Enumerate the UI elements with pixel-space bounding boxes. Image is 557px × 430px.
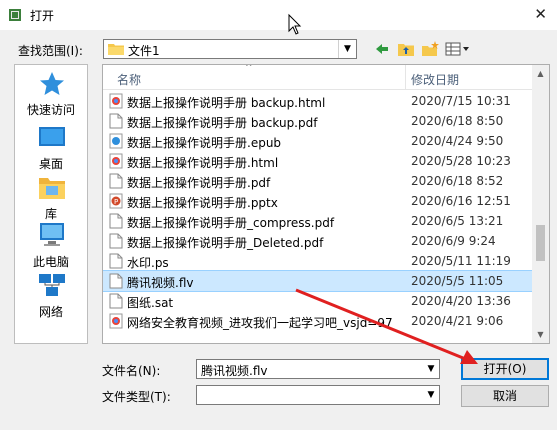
file-row[interactable]: 数据上报操作说明手册_Deleted.pdf 2020/6/9 9:24 xyxy=(103,231,533,251)
title-bar: 打开 ✕ xyxy=(0,0,557,30)
file-name: 图纸.sat xyxy=(127,296,174,310)
file-icon xyxy=(109,93,123,109)
place-network[interactable]: 网络 xyxy=(15,271,87,321)
file-icon: P xyxy=(109,193,123,209)
file-name: 水印.ps xyxy=(127,256,169,270)
file-row[interactable]: 数据上报操作说明手册.html 2020/5/28 10:23 xyxy=(103,151,533,171)
file-name: 数据上报操作说明手册.pdf xyxy=(127,176,271,190)
computer-icon xyxy=(40,223,64,246)
file-list[interactable]: ^ 名称 修改日期 数据上报操作说明手册 backup.html 2020/7/1… xyxy=(102,64,550,344)
file-date: 2020/4/24 9:50 xyxy=(411,134,504,148)
filetype-label: 文件类型(T): xyxy=(102,390,171,404)
file-date: 2020/6/18 8:50 xyxy=(411,114,504,128)
file-icon xyxy=(109,293,123,309)
place-this-pc[interactable]: 此电脑 xyxy=(15,221,87,271)
file-icon xyxy=(109,173,123,189)
file-date: 2020/5/11 11:19 xyxy=(411,254,511,268)
file-icon xyxy=(109,113,123,129)
file-row[interactable]: 数据上报操作说明手册_compress.pdf 2020/6/5 13:21 xyxy=(103,211,533,231)
scroll-thumb[interactable] xyxy=(536,225,545,261)
file-icon xyxy=(109,253,123,269)
sort-up-icon: ^ xyxy=(245,64,253,73)
file-icon xyxy=(109,213,123,229)
file-row[interactable]: 数据上报操作说明手册 backup.html 2020/7/15 10:31 xyxy=(103,91,533,111)
file-date: 2020/7/15 10:31 xyxy=(411,94,511,108)
place-label: 网络 xyxy=(38,305,63,319)
filetype-select[interactable]: ▼ xyxy=(196,385,440,405)
file-name: 数据上报操作说明手册.pptx xyxy=(127,196,278,210)
chevron-down-icon[interactable]: ▼ xyxy=(338,40,356,58)
place-label: 此电脑 xyxy=(32,255,69,269)
column-header-date[interactable]: 修改日期 xyxy=(411,71,459,88)
star-icon xyxy=(40,72,64,95)
file-row[interactable]: 图纸.sat 2020/4/20 13:36 xyxy=(103,291,533,311)
file-icon xyxy=(109,313,123,329)
folder-icon xyxy=(108,44,124,55)
file-name: 数据上报操作说明手册 backup.html xyxy=(127,96,326,110)
close-button[interactable]: ✕ xyxy=(534,5,547,23)
file-row[interactable]: 水印.ps 2020/5/11 11:19 xyxy=(103,251,533,271)
chevron-down-icon[interactable]: ▼ xyxy=(423,360,439,378)
file-row[interactable]: 数据上报操作说明手册 backup.pdf 2020/6/18 8:50 xyxy=(103,111,533,131)
view-menu-icon[interactable] xyxy=(444,40,474,58)
place-label: 库 xyxy=(44,207,57,221)
file-icon xyxy=(109,273,123,289)
open-button[interactable]: 打开(O) xyxy=(461,358,549,380)
file-name: 网络安全教育视频_进攻我们一起学习吧_vsjd=97 xyxy=(127,316,393,330)
file-date: 2020/6/18 8:52 xyxy=(411,174,504,188)
file-icon xyxy=(109,133,123,149)
window-title: 打开 xyxy=(30,9,55,23)
column-header-name[interactable]: 名称 xyxy=(117,71,141,88)
file-name: 腾讯视频.flv xyxy=(127,276,194,290)
vertical-scrollbar[interactable]: ▲ ▼ xyxy=(532,65,549,343)
place-label: 桌面 xyxy=(38,157,63,171)
lookin-value: 文件1 xyxy=(128,44,160,58)
file-row[interactable]: 腾讯视频.flv 2020/5/5 11:05 xyxy=(103,270,534,292)
file-row[interactable]: 数据上报操作说明手册.epub 2020/4/24 9:50 xyxy=(103,131,533,151)
file-name: 数据上报操作说明手册.html xyxy=(127,156,279,170)
place-desktop[interactable]: 桌面 xyxy=(15,123,87,173)
file-name: 数据上报操作说明手册.epub xyxy=(127,136,282,150)
place-library[interactable]: 库 xyxy=(15,173,87,223)
file-name: 数据上报操作说明手册_compress.pdf xyxy=(127,216,335,230)
file-date: 2020/4/20 13:36 xyxy=(411,294,511,308)
chevron-down-icon[interactable]: ▼ xyxy=(423,386,439,404)
filename-input[interactable]: 腾讯视频.flv ▼ xyxy=(196,359,440,379)
lookin-label: 查找范围(I): xyxy=(18,44,83,58)
app-icon xyxy=(9,9,21,21)
place-label: 快速访问 xyxy=(26,103,75,117)
file-icon xyxy=(109,233,123,249)
places-bar: 快速访问 桌面 库 此电脑 网络 xyxy=(14,64,88,344)
file-date: 2020/4/21 9:06 xyxy=(411,314,504,328)
scroll-down-icon[interactable]: ▼ xyxy=(532,326,549,343)
desktop-icon xyxy=(39,127,65,146)
back-arrow-icon[interactable] xyxy=(372,40,392,58)
file-row[interactable]: 网络安全教育视频_进攻我们一起学习吧_vsjd=97 2020/4/21 9:06 xyxy=(103,311,533,331)
file-date: 2020/5/28 10:23 xyxy=(411,154,511,168)
library-icon xyxy=(39,178,65,199)
file-name: 数据上报操作说明手册_Deleted.pdf xyxy=(127,236,324,250)
file-row[interactable]: P 数据上报操作说明手册.pptx 2020/6/16 12:51 xyxy=(103,191,533,211)
lookin-combo[interactable]: 文件1 ▼ xyxy=(103,39,357,59)
filename-label: 文件名(N): xyxy=(102,364,161,378)
file-date: 2020/6/16 12:51 xyxy=(411,194,511,208)
file-date: 2020/6/9 9:24 xyxy=(411,234,496,248)
network-icon xyxy=(39,274,65,296)
cancel-button[interactable]: 取消 xyxy=(461,385,549,407)
file-row[interactable]: 数据上报操作说明手册.pdf 2020/6/18 8:52 xyxy=(103,171,533,191)
svg-text:P: P xyxy=(114,198,118,206)
up-folder-icon[interactable] xyxy=(396,40,416,58)
filename-value: 腾讯视频.flv xyxy=(201,364,268,378)
file-date: 2020/5/5 11:05 xyxy=(411,274,504,288)
new-folder-icon[interactable] xyxy=(420,40,440,58)
place-quick-access[interactable]: 快速访问 xyxy=(15,69,87,119)
scroll-up-icon[interactable]: ▲ xyxy=(532,65,549,82)
file-name: 数据上报操作说明手册 backup.pdf xyxy=(127,116,318,130)
file-icon xyxy=(109,153,123,169)
list-header: ^ 名称 修改日期 xyxy=(103,65,533,90)
file-date: 2020/6/5 13:21 xyxy=(411,214,504,228)
